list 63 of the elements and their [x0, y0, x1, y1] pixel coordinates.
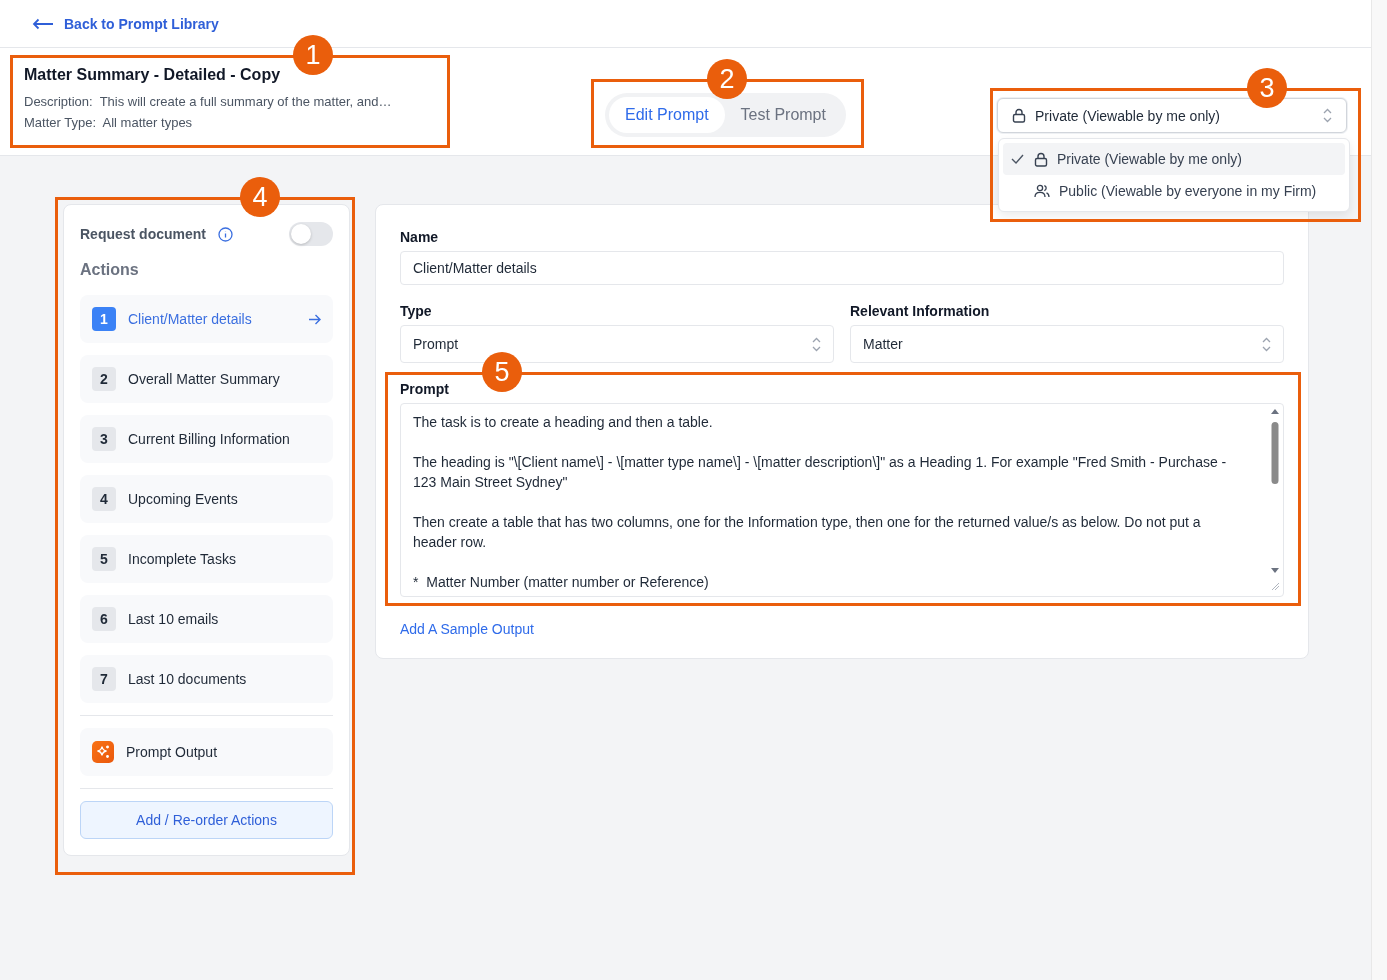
mode-tab[interactable]: Edit Prompt [609, 97, 725, 133]
action-label: Overall Matter Summary [128, 371, 280, 387]
add-sample-output-link[interactable]: Add A Sample Output [400, 621, 534, 637]
request-document-toggle[interactable] [289, 222, 333, 246]
prompt-title: Matter Summary - Detailed - Copy [24, 66, 282, 84]
prompt-paragraph: The task is to create a heading and then a table. [413, 413, 714, 432]
relevant-information-select[interactable]: Matter [850, 325, 1284, 363]
type-select[interactable]: Prompt [400, 325, 834, 363]
action-item[interactable]: 4 Upcoming Events [80, 475, 333, 523]
action-label: Last 10 emails [128, 611, 219, 627]
description-text: This will create a full summary of the matter, and… [99, 94, 392, 109]
action-label: Last 10 documents [128, 671, 247, 687]
name-label: Name [400, 229, 440, 245]
lock-icon [1034, 151, 1048, 167]
step-number: 6 [92, 607, 116, 631]
chevron-updown-icon [1262, 336, 1271, 352]
annotation-badge: 4 [240, 177, 280, 217]
scrollbar[interactable] [1270, 408, 1280, 592]
actions-heading: Actions [80, 261, 140, 279]
sparkle-icon [92, 741, 114, 763]
people-icon [1034, 184, 1050, 198]
prompt-field[interactable] [400, 403, 1284, 597]
action-item[interactable]: 7 Last 10 documents [80, 655, 333, 703]
type-label: Type [400, 303, 433, 319]
matter-type-text: All matter types [102, 115, 193, 130]
step-number: 4 [92, 487, 116, 511]
visibility-option[interactable]: Public (Viewable by everyone in my Firm) [1003, 175, 1345, 207]
prompt-output-item[interactable]: Prompt Output [80, 728, 333, 776]
visibility-option[interactable]: Private (Viewable by me only) [1003, 143, 1345, 175]
arrow-left-icon [32, 17, 54, 30]
action-label: Current Billing Information [128, 431, 290, 447]
add-reorder-actions-button[interactable]: Add / Re-order Actions [80, 801, 333, 839]
step-number: 2 [92, 367, 116, 391]
action-label: Upcoming Events [128, 491, 238, 507]
step-number: 3 [92, 427, 116, 451]
action-item[interactable]: 5 Incomplete Tasks [80, 535, 333, 583]
action-label: Client/Matter details [128, 311, 252, 327]
matter-type-label: Matter Type: [24, 115, 96, 130]
info-icon[interactable] [218, 226, 233, 242]
check-icon [1011, 154, 1024, 164]
action-item[interactable]: 2 Overall Matter Summary [80, 355, 333, 403]
mode-tab[interactable]: Test Prompt [724, 97, 842, 133]
step-number: 7 [92, 667, 116, 691]
request-document-label: Request document [80, 226, 206, 242]
back-link[interactable]: Back to Prompt Library [32, 15, 219, 32]
step-number: 5 [92, 547, 116, 571]
lock-icon [1012, 108, 1026, 123]
action-label: Incomplete Tasks [128, 551, 236, 567]
prompt-paragraph: * Matter Number (matter number or Reference) [413, 573, 710, 592]
action-item[interactable]: 3 Current Billing Information [80, 415, 333, 463]
description-label: Description: [24, 94, 93, 109]
prompt-label: Prompt [400, 381, 450, 397]
name-field[interactable]: Client/Matter details [400, 251, 1284, 285]
chevron-updown-icon [1323, 108, 1332, 123]
chevron-updown-icon [812, 336, 821, 352]
prompt-paragraph: The heading is "\[Client name\] - \[matter type name\] - \[matter description\]" as a Heading 1. For example "Fred Smith - Purchase - 123 Main Street Sydney" [413, 453, 1228, 492]
relevant-information-label: Relevant Information [850, 303, 991, 319]
visibility-select[interactable]: Private (Viewable by me only) [997, 98, 1347, 133]
action-item[interactable]: 1 Client/Matter details [80, 295, 333, 343]
action-item[interactable]: 6 Last 10 emails [80, 595, 333, 643]
prompt-paragraph: Then create a table that has two columns, one for the Information type, then one for the returned value/s as below. Do not put a header row. [413, 513, 1202, 552]
step-number: 1 [92, 307, 116, 331]
arrow-right-icon [308, 313, 321, 325]
